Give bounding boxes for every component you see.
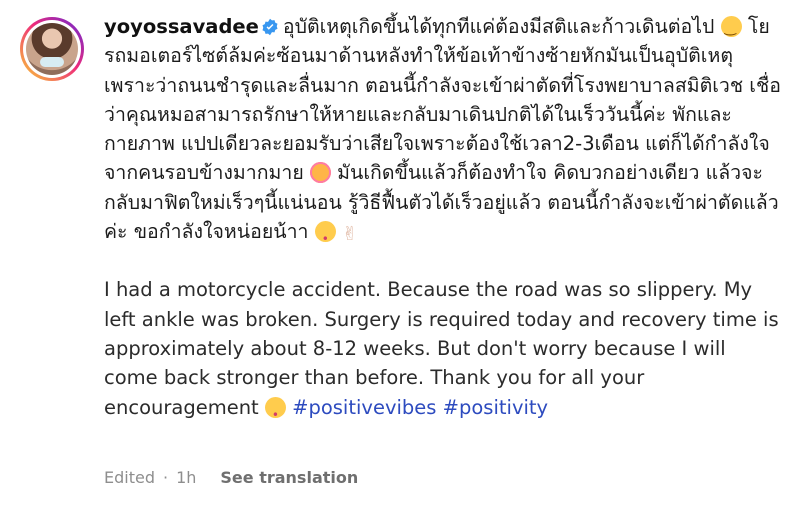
smiling-face-emoji [720,14,742,43]
thai-text-2: โยรถมอเตอร์ไซต์ล้มค่ะซ้อนมาด้านหลังทำให้… [104,15,781,185]
english-caption: I had a motorcycle accident. Because the… [104,275,784,430]
kissing-face-emoji [264,396,286,430]
thai-caption: yoyossavadee อุบัติเหตุเกิดขึ้นได้ทุกทีแค… [104,12,784,254]
smiling-face-with-hearts-emoji [309,162,331,184]
thai-text-1: อุบัติเหตุเกิดขึ้นได้ทุกทีแค่ต้องมีสติแล… [282,15,715,38]
meta-separator: · [162,468,169,487]
profile-photo [26,23,78,75]
comment-body: yoyossavadee อุบัติเหตุเกิดขึ้นได้ทุกทีแค… [104,12,784,430]
hashtag-positivevibes[interactable]: #positivevibes [292,396,436,419]
hashtag-positivity[interactable]: #positivity [443,396,548,419]
username-link[interactable]: yoyossavadee [104,15,259,38]
comment-meta: Edited · 1h See translation [104,468,366,487]
avatar-ring-inner [23,20,81,78]
victory-hand-emoji [342,220,360,249]
kissing-face-emoji [314,221,336,254]
verified-badge-icon [262,18,278,36]
timestamp[interactable]: 1h [176,468,196,487]
see-translation-button[interactable]: See translation [220,468,358,487]
edited-label: Edited [104,468,155,487]
avatar[interactable] [20,17,84,81]
english-text: I had a motorcycle accident. Because the… [104,278,779,419]
